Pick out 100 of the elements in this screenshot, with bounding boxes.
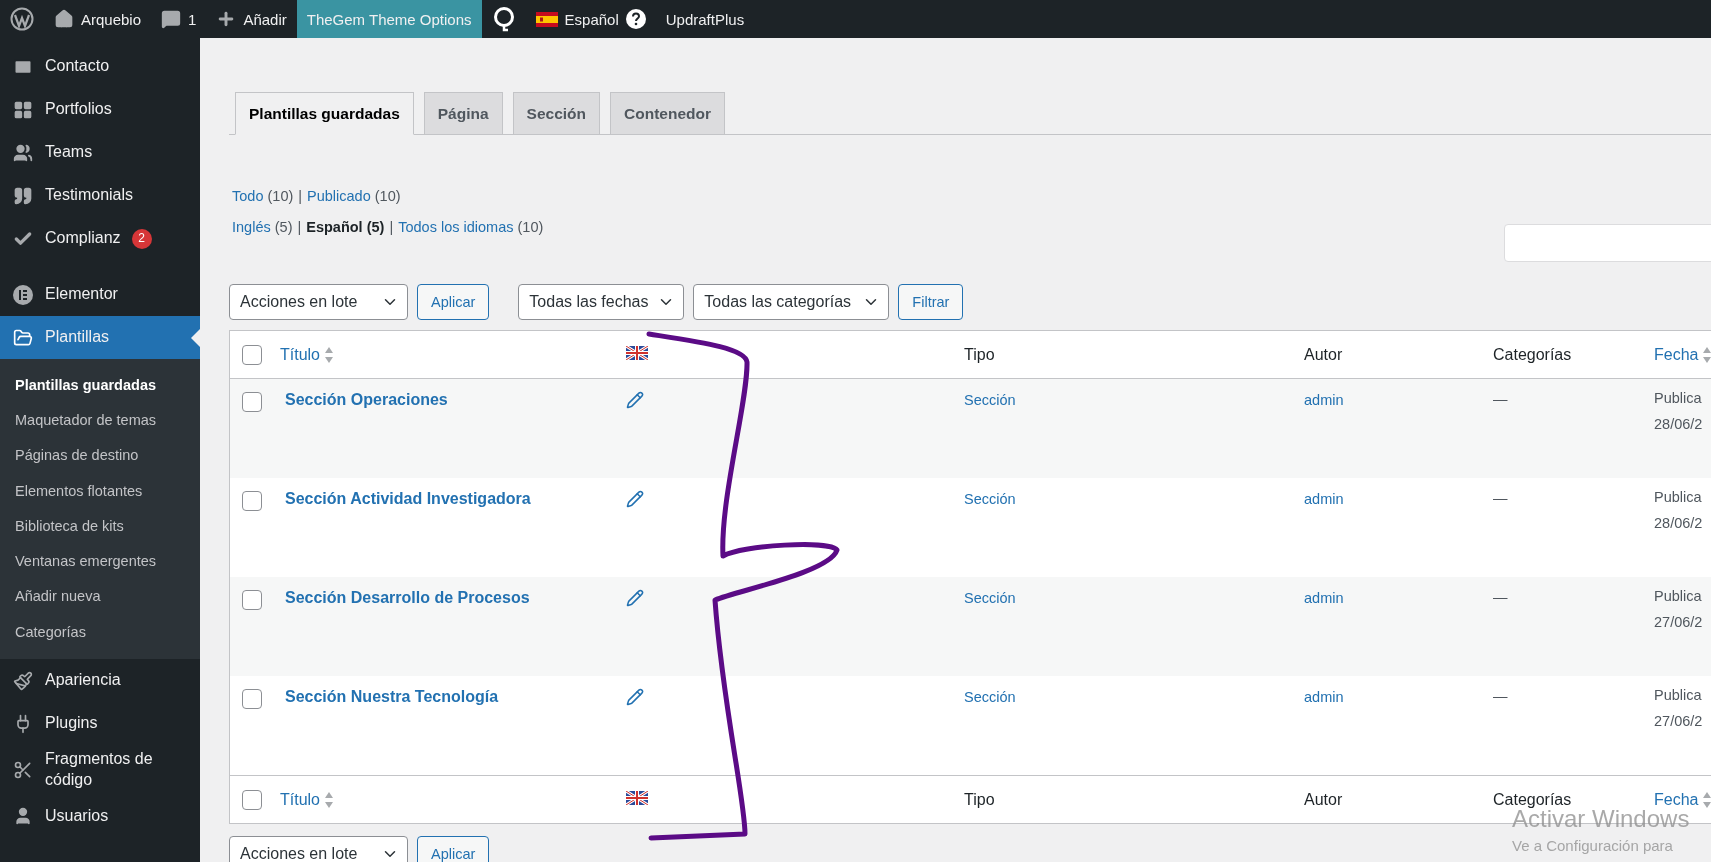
submenu-item[interactable]: Elementos flotantes — [0, 472, 200, 509]
menu-item[interactable]: Testimonials — [0, 174, 200, 217]
language-menu[interactable]: Español — [564, 10, 619, 28]
pencil-icon[interactable] — [626, 391, 644, 409]
sort-icon — [1702, 345, 1711, 364]
flag-icon — [535, 11, 558, 27]
flag-icon — [626, 346, 648, 360]
apply-button[interactable]: Aplicar — [417, 284, 490, 320]
grid-icon — [12, 99, 34, 120]
separator: | — [389, 219, 394, 235]
author-link[interactable]: admin — [1304, 392, 1344, 408]
author-link[interactable]: admin — [1304, 590, 1344, 606]
column-header: Categorías — [1493, 345, 1572, 363]
sort-icon — [324, 790, 334, 809]
separator: | — [298, 188, 303, 204]
menu-item[interactable]: Teams — [0, 131, 200, 174]
filter-link[interactable]: Todos los idiomas (10) — [398, 219, 544, 235]
menu-item[interactable]: Complianz 2 — [0, 217, 200, 260]
notification-badge: 2 — [131, 228, 152, 249]
apply-button[interactable]: Aplicar — [417, 836, 490, 862]
column-sort-link[interactable]: Fecha — [1654, 790, 1711, 809]
wordpress-logo-icon[interactable] — [10, 7, 34, 31]
circle-icon — [12, 284, 34, 305]
bulk-actions-select[interactable]: Acciones en lote — [229, 836, 408, 862]
submenu-item[interactable]: Añadir nueva — [0, 578, 200, 615]
template-title-link[interactable]: Sección Operaciones — [285, 391, 448, 408]
filter-link[interactable]: Español (5) — [306, 219, 385, 235]
menu-item[interactable]: Plantillas — [0, 316, 200, 359]
ring-icon[interactable] — [491, 6, 516, 32]
type-link[interactable]: Sección — [964, 590, 1016, 606]
date-text: 27/06/2 — [1654, 613, 1704, 633]
sort-icon — [324, 345, 334, 364]
help-icon[interactable] — [625, 9, 646, 29]
new-menu[interactable]: Añadir — [243, 10, 287, 28]
tab[interactable]: Plantillas guardadas — [235, 92, 414, 135]
select-all-checkbox[interactable] — [242, 789, 262, 810]
pencil-icon[interactable] — [626, 490, 644, 508]
row-checkbox[interactable] — [242, 392, 262, 412]
type-link[interactable]: Sección — [964, 491, 1016, 507]
tab[interactable]: Página — [423, 92, 503, 135]
column-header: Tipo — [964, 790, 995, 808]
home-icon — [54, 9, 74, 29]
author-link[interactable]: admin — [1304, 491, 1344, 507]
tab[interactable]: Sección — [512, 92, 601, 135]
menu-item[interactable]: Fragmentos de código — [0, 745, 200, 795]
row-checkbox[interactable] — [242, 689, 262, 709]
status-text: Publica — [1654, 488, 1703, 507]
menu-item[interactable]: Contacto — [0, 45, 200, 88]
submenu-item[interactable]: Plantillas guardadas — [0, 367, 200, 403]
submenu-item[interactable]: Páginas de destino — [0, 437, 200, 473]
folder-icon — [12, 327, 34, 348]
status-text: Publica — [1654, 389, 1703, 408]
filter-link[interactable]: Inglés (5) — [232, 219, 293, 235]
submenu-item[interactable]: Categorías — [0, 614, 200, 650]
search-field[interactable] — [1504, 224, 1711, 262]
status-text: Publica — [1654, 587, 1703, 606]
menu-item[interactable]: Portfolios — [0, 88, 200, 131]
categories-cell-text: — — [1493, 391, 1509, 409]
category-select[interactable]: Todas las categorías — [693, 284, 890, 320]
column-sort-link[interactable]: Fecha — [1654, 345, 1711, 364]
menu-item[interactable]: Apariencia — [0, 659, 200, 703]
date-text: 27/06/2 — [1654, 712, 1704, 732]
site-name[interactable]: Arquebio — [81, 10, 142, 28]
menu-item[interactable]: Plugins — [0, 702, 200, 746]
menu-item[interactable]: Elementor — [0, 273, 200, 316]
tab[interactable]: Contenedor — [610, 92, 725, 135]
comment-count[interactable]: 1 — [188, 10, 197, 28]
column-header: Categorías — [1493, 790, 1572, 808]
date-text: 28/06/2 — [1654, 514, 1704, 534]
template-title-link[interactable]: Sección Desarrollo de Procesos — [285, 589, 530, 606]
date-select[interactable]: Todas las fechas — [518, 284, 685, 320]
flag-icon — [626, 791, 648, 805]
bulk-actions-select[interactable]: Acciones en lote — [229, 284, 408, 320]
pencil-icon[interactable] — [626, 688, 644, 706]
categories-cell-text: — — [1493, 589, 1509, 607]
filter-link[interactable]: Todo (10) — [232, 188, 294, 204]
row-checkbox[interactable] — [242, 491, 262, 511]
submenu-item[interactable]: Biblioteca de kits — [0, 508, 200, 544]
column-sort-link[interactable]: Título — [280, 790, 334, 809]
toolbar-menu[interactable]: UpdraftPlus — [665, 10, 745, 28]
type-link[interactable]: Sección — [964, 689, 1016, 705]
type-link[interactable]: Sección — [964, 392, 1016, 408]
column-header: Autor — [1304, 790, 1343, 808]
filter-link[interactable]: Publicado (10) — [307, 188, 401, 204]
template-title-link[interactable]: Sección Actividad Investigadora — [285, 490, 531, 507]
select-all-checkbox[interactable] — [242, 344, 262, 365]
date-text: 28/06/2 — [1654, 415, 1704, 435]
column-sort-link[interactable]: Título — [280, 345, 334, 364]
submenu-item[interactable]: Maquetador de temas — [0, 402, 200, 438]
row-checkbox[interactable] — [242, 590, 262, 610]
template-title-link[interactable]: Sección Nuestra Tecnología — [285, 688, 499, 705]
author-link[interactable]: admin — [1304, 689, 1344, 705]
filter-button[interactable]: Filtrar — [898, 284, 964, 320]
categories-cell-text: — — [1493, 490, 1509, 508]
menu-item[interactable]: Usuarios — [0, 794, 200, 838]
people-icon — [12, 142, 34, 163]
submenu-item[interactable]: Ventanas emergentes — [0, 543, 200, 579]
comment-icon — [161, 9, 182, 29]
sort-icon — [1702, 790, 1711, 809]
pencil-icon[interactable] — [626, 589, 644, 607]
